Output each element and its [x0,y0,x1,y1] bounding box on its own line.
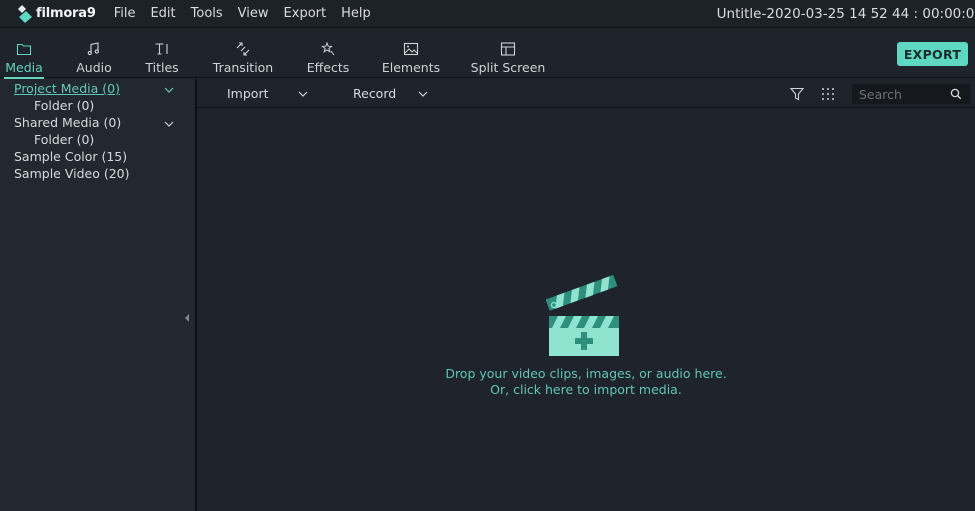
import-dropdown[interactable]: Import [227,86,309,101]
tab-effects[interactable]: Effects [306,29,350,78]
image-icon [403,38,419,60]
drop-instruction-text: Drop your video clips, images, or audio … [445,366,727,381]
filter-icon[interactable] [789,86,805,102]
menu-bar: filmora9 File Edit Tools View Export Hel… [0,0,975,28]
search-box [852,84,970,104]
export-button[interactable]: EXPORT [897,42,968,66]
record-label: Record [353,86,397,101]
tab-split-screen-label: Split Screen [470,60,546,75]
menu-edit[interactable]: Edit [150,6,175,21]
split-layout-icon [500,38,516,60]
project-title: Untitle-2020-03-25 14 52 44 : 00:00:00 [716,6,975,22]
search-icon[interactable] [950,88,962,100]
media-library-sidebar: Project Media (0) Folder (0) Shared Medi… [0,79,195,511]
chevron-down-icon[interactable] [163,86,175,94]
chevron-down-icon [298,91,307,97]
import-label: Import [227,86,269,101]
filmora-logo-icon [18,4,32,23]
module-toolbar: Media Audio Titles Transition Effects El… [0,29,975,79]
clapperboard-add-icon [546,275,619,356]
folder-icon [16,38,32,60]
sidebar-item-shared-media[interactable]: Shared Media (0) [14,115,121,130]
import-drop-zone[interactable]: Drop your video clips, images, or audio … [197,109,975,511]
menu-view[interactable]: View [238,6,269,21]
app-logo: filmora9 [16,4,96,23]
menu-export[interactable]: Export [284,6,327,21]
chevron-down-icon[interactable] [163,120,175,128]
chevron-down-icon [418,91,428,97]
media-subbar: Import Record [197,79,975,108]
tab-split-screen[interactable]: Split Screen [470,29,546,78]
app-name: filmora9 [36,6,96,21]
sidebar-item-project-media[interactable]: Project Media (0) [14,81,120,96]
tab-audio-label: Audio [76,60,112,75]
tab-titles[interactable]: Titles [144,29,180,78]
tab-elements[interactable]: Elements [381,29,441,78]
record-dropdown[interactable]: Record [353,86,429,101]
tab-effects-label: Effects [306,60,350,75]
tab-transition[interactable]: Transition [213,29,273,78]
import-media-link[interactable]: Or, click here to import media. [197,382,975,397]
sidebar-item-sample-color[interactable]: Sample Color (15) [14,149,127,164]
collapse-sidebar-handle[interactable] [185,314,189,322]
text-cursor-icon [154,38,170,60]
grid-view-icon[interactable] [820,86,836,102]
tab-elements-label: Elements [381,60,441,75]
tab-audio[interactable]: Audio [76,29,112,78]
sidebar-item-sample-video[interactable]: Sample Video (20) [14,166,130,181]
tab-media[interactable]: Media [4,29,44,79]
tab-transition-label: Transition [212,60,274,75]
menu-tools[interactable]: Tools [191,6,223,21]
sidebar-item-project-folder[interactable]: Folder (0) [34,98,94,113]
menu-file[interactable]: File [114,6,136,21]
music-note-icon [86,38,102,60]
sidebar-item-shared-folder[interactable]: Folder (0) [34,132,94,147]
transition-arrows-icon [235,38,251,60]
search-input[interactable] [852,86,948,102]
tab-titles-label: Titles [145,60,179,75]
menu-help[interactable]: Help [341,6,371,21]
sparkle-star-icon [320,38,336,60]
media-panel: Drop your video clips, images, or audio … [197,109,975,511]
tab-media-label: Media [5,60,43,75]
